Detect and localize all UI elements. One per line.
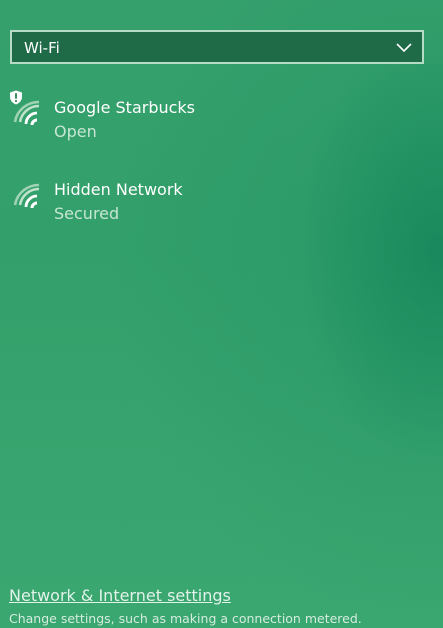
adapter-dropdown-value: Wi-Fi — [24, 39, 60, 57]
network-internet-settings-link[interactable]: Network & Internet settings — [9, 586, 231, 606]
network-status: Secured — [54, 204, 120, 223]
wifi-signal-icon — [13, 183, 40, 209]
shield-warning-icon — [10, 90, 22, 105]
network-name: Google Starbucks — [54, 98, 196, 117]
network-item-google-starbucks[interactable]: Google Starbucks Open — [0, 90, 443, 163]
settings-description: Change settings, such as making a connec… — [9, 611, 362, 626]
network-flyout: Wi-Fi Google Starbucks Open Hidden Netwo… — [0, 0, 443, 628]
network-item-hidden-network[interactable]: Hidden Network Secured — [0, 175, 443, 245]
network-name: Hidden Network — [54, 180, 183, 199]
adapter-dropdown[interactable]: Wi-Fi — [10, 30, 424, 64]
chevron-down-icon — [396, 43, 412, 53]
network-status: Open — [54, 122, 97, 141]
